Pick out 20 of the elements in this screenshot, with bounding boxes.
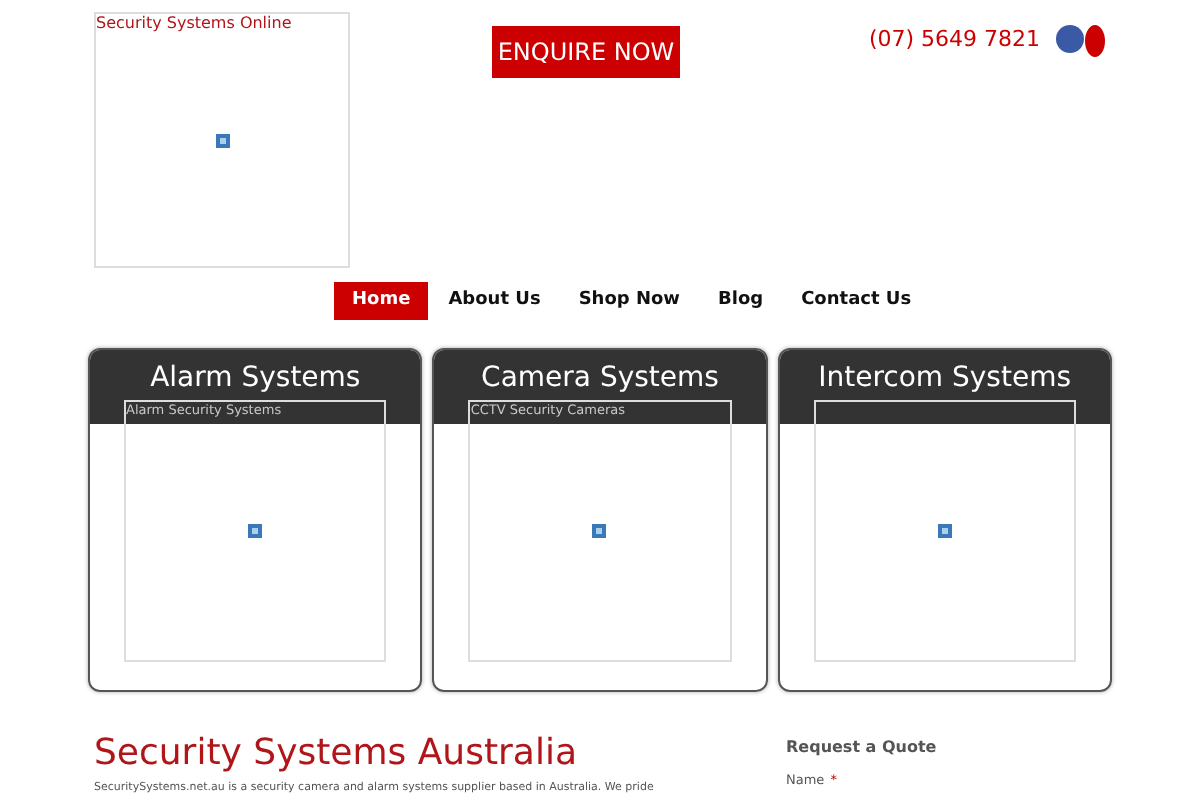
broken-image-icon — [248, 524, 263, 538]
broken-image-icon — [215, 133, 229, 147]
social-oval-icon[interactable] — [1084, 24, 1106, 58]
page-heading: Security Systems Australia — [94, 732, 579, 774]
nav-link[interactable]: Blog — [700, 282, 782, 320]
category-card[interactable]: Intercom Systems — [777, 348, 1112, 692]
card-title: Intercom Systems — [779, 350, 1110, 424]
logo-image[interactable]: Security Systems Online — [94, 12, 350, 268]
nav-link[interactable]: About Us — [430, 282, 559, 320]
broken-image-icon — [937, 524, 952, 538]
logo-alt-text: Security Systems Online — [96, 14, 292, 32]
nav-link[interactable]: Shop Now — [560, 282, 698, 320]
nav-link[interactable]: Home — [334, 282, 429, 320]
enquire-button[interactable]: ENQUIRE NOW — [492, 26, 680, 78]
phone-number[interactable]: (07) 5649 7821 — [868, 26, 1040, 52]
form-title: Request a Quote — [786, 738, 937, 756]
social-circle-icon[interactable] — [1056, 24, 1084, 54]
card-image[interactable] — [813, 400, 1076, 662]
nav-link[interactable]: Contact Us — [783, 282, 930, 320]
broken-image-icon — [592, 524, 607, 538]
